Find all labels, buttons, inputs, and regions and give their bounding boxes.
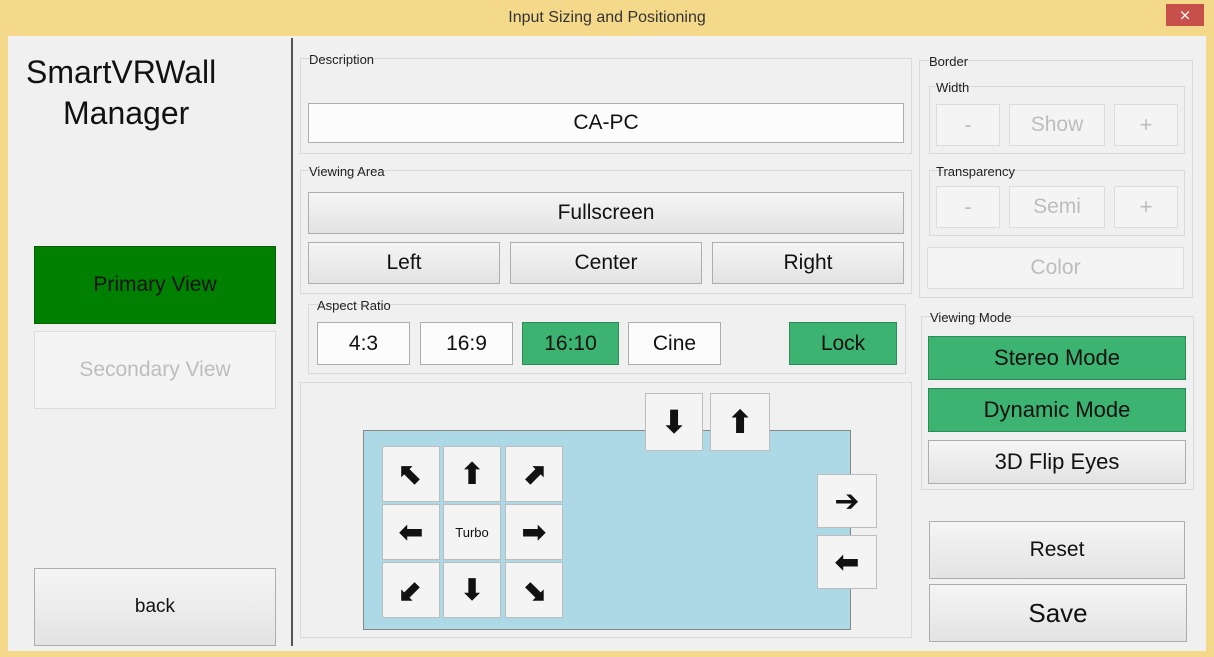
grow-height-button-top[interactable]: ⬆ <box>710 393 770 451</box>
move-up-button[interactable]: ⬆ <box>443 446 501 502</box>
aspect-lock-button[interactable]: Lock <box>789 322 897 365</box>
viewing-area-label: Viewing Area <box>309 164 385 179</box>
fullscreen-button[interactable]: Fullscreen <box>308 192 904 234</box>
border-width-plus-button[interactable]: + <box>1114 104 1178 146</box>
description-field[interactable]: CA-PC <box>308 103 904 143</box>
move-up-right-button[interactable]: ⬈ <box>505 446 563 502</box>
move-down-right-button[interactable]: ⬊ <box>505 562 563 618</box>
turbo-button[interactable]: Turbo <box>443 504 501 560</box>
viewing-mode-label: Viewing Mode <box>930 310 1012 325</box>
grow-width-button[interactable]: ➔ <box>817 474 877 528</box>
left-button[interactable]: Left <box>308 242 500 284</box>
aspect-16-10-button[interactable]: 16:10 <box>522 322 619 365</box>
window-title: Input Sizing and Positioning <box>508 9 706 26</box>
primary-view-button[interactable]: Primary View <box>34 246 276 324</box>
border-width-minus-button[interactable]: - <box>936 104 1000 146</box>
right-button[interactable]: Right <box>712 242 904 284</box>
border-color-button[interactable]: Color <box>927 247 1184 289</box>
close-button[interactable]: × <box>1166 4 1204 26</box>
title-bar: Input Sizing and Positioning × <box>0 0 1214 36</box>
shrink-height-button-top[interactable]: ⬇ <box>645 393 703 451</box>
move-down-left-button[interactable]: ⬋ <box>382 562 440 618</box>
back-button[interactable]: back <box>34 568 276 646</box>
reset-button[interactable]: Reset <box>929 521 1185 579</box>
aspect-cine-button[interactable]: Cine <box>628 322 721 365</box>
border-transparency-label: Transparency <box>936 164 1015 179</box>
app-title-line1: SmartVRWall <box>26 54 217 90</box>
shrink-width-button[interactable]: ⬅ <box>817 535 877 589</box>
border-transparency-plus-button[interactable]: + <box>1114 186 1178 228</box>
move-down-button[interactable]: ⬇ <box>443 562 501 618</box>
save-button[interactable]: Save <box>929 584 1187 642</box>
aspect-ratio-label: Aspect Ratio <box>317 298 391 313</box>
move-right-button[interactable]: ➡ <box>505 504 563 560</box>
dynamic-mode-button[interactable]: Dynamic Mode <box>928 388 1186 432</box>
border-label: Border <box>929 54 969 69</box>
border-semi-button[interactable]: Semi <box>1009 186 1105 228</box>
border-width-label: Width <box>936 80 970 95</box>
center-button[interactable]: Center <box>510 242 702 284</box>
border-show-button[interactable]: Show <box>1009 104 1105 146</box>
move-left-button[interactable]: ⬅ <box>382 504 440 560</box>
main-panel-divider <box>291 38 293 646</box>
aspect-4-3-button[interactable]: 4:3 <box>317 322 410 365</box>
secondary-view-button[interactable]: Secondary View <box>34 331 276 409</box>
move-up-left-button[interactable]: ⬉ <box>382 446 440 502</box>
aspect-16-9-button[interactable]: 16:9 <box>420 322 513 365</box>
app-title-line2: Manager <box>63 95 190 131</box>
description-label: Description <box>309 52 375 67</box>
border-transparency-minus-button[interactable]: - <box>936 186 1000 228</box>
stereo-mode-button[interactable]: Stereo Mode <box>928 336 1186 380</box>
flip-eyes-button[interactable]: 3D Flip Eyes <box>928 440 1186 484</box>
